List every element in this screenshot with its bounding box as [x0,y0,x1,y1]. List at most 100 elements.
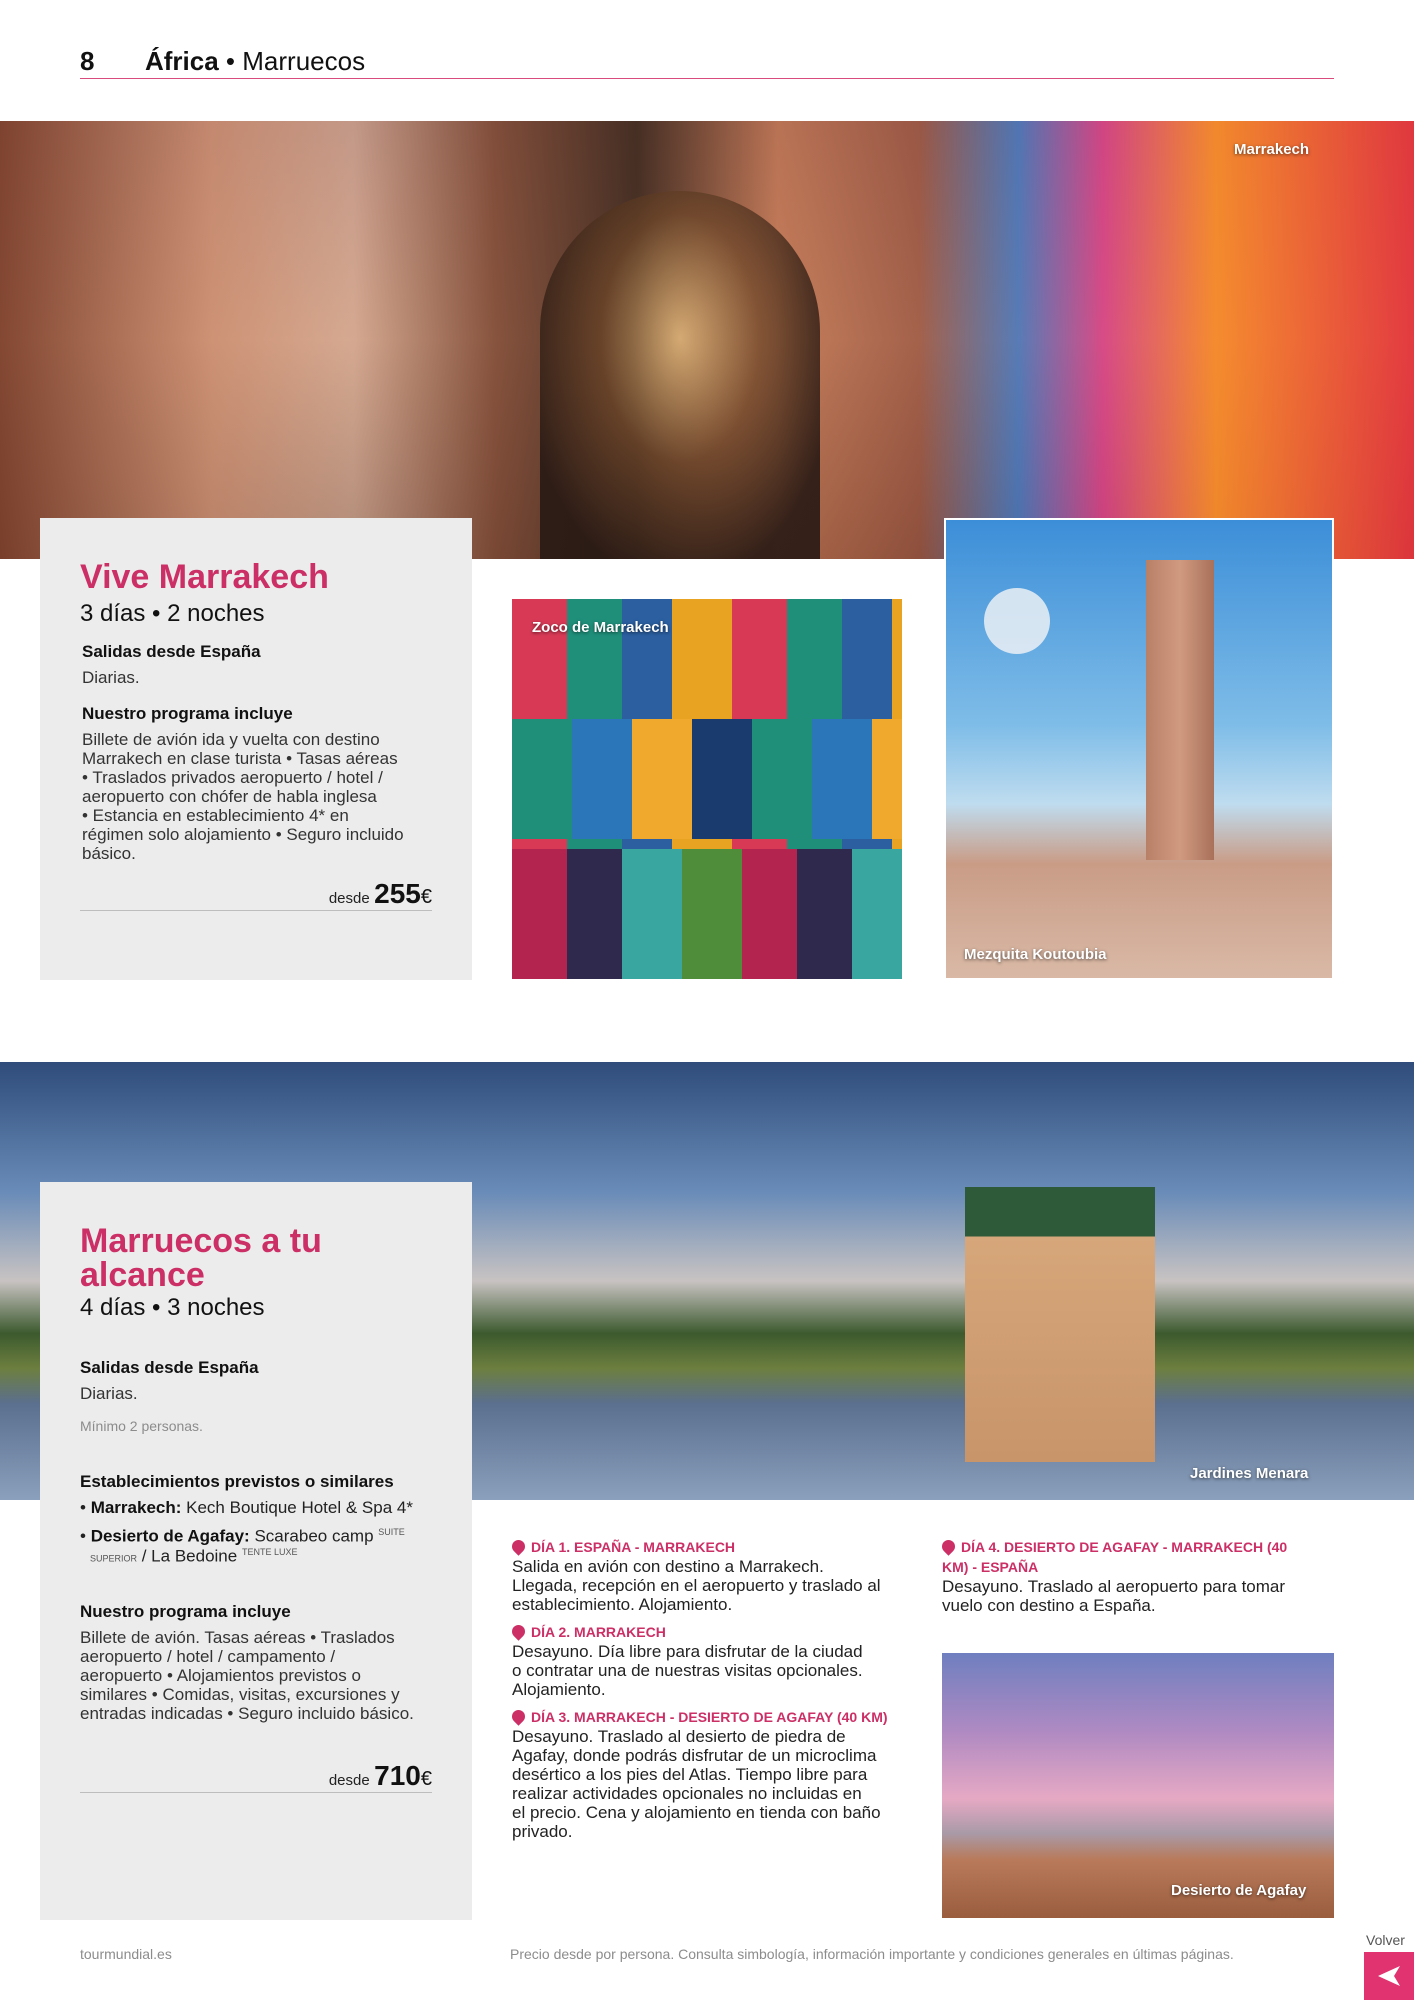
establishment-item-cont: SUPERIOR / La Bedoine TENTE LUXE [90,1542,470,1569]
program-line: • Estancia en establecimiento 4* en [82,806,349,825]
establishment-item: • Marrakech: Kech Boutique Hotel & Spa 4… [80,1498,460,1518]
website-link[interactable]: tourmundial.es [80,1946,172,1962]
minimum-people: Mínimo 2 personas. [80,1418,203,1434]
photo-caption-marrakech: Marrakech [1234,141,1310,158]
program-heading: Nuestro programa incluye [80,1602,291,1621]
departures-text: Diarias. [80,1384,138,1403]
program-line: aeropuerto / hotel / campamento / [80,1647,336,1666]
page-number: 8 [80,46,95,76]
day-2-text: Desayuno. Día libre para disfrutar de la… [512,1642,904,1699]
day-line: el precio. Cena y alojamiento en tienda … [512,1803,881,1822]
itinerary-column-1: DÍA 1. ESPAÑA - MARRAKECH Salida en avió… [509,1537,904,1841]
program-line: aeropuerto • Alojamientos previstos o [80,1666,361,1685]
trip-card-marruecos-a-tu-alcance: Marruecos a tu alcance 4 días • 3 noches… [40,1182,472,1920]
program-line: Billete de avión ida y vuelta con destin… [82,730,380,749]
program-line: básico. [82,844,136,863]
photo-caption-agafay: Desierto de Agafay [1171,1882,1307,1899]
day-title-text: KM) - ESPAÑA [942,1559,1039,1575]
program-line: similares • Comidas, visitas, excursione… [80,1685,400,1704]
header-divider [80,78,1334,79]
day-line: desértico a los pies del Atlas. Tiempo l… [512,1765,868,1784]
location-pin-icon [509,1537,528,1556]
location-pin-icon [509,1707,528,1726]
agafay-desert-photo: Desierto de Agafay [942,1653,1334,1918]
establishment-hotel: Kech Boutique Hotel & Spa 4* [186,1498,413,1517]
trip-title: Marruecos a tu alcance [80,1224,322,1292]
day-title-text: DÍA 1. ESPAÑA - MARRAKECH [531,1539,736,1555]
price-prefix: desde [328,1772,370,1789]
day-4-text: Desayuno. Traslado al aeropuerto para to… [942,1577,1334,1615]
back-label[interactable]: Volver [1366,1932,1405,1948]
day-line: Agafay, donde podrás disfrutar de un mic… [512,1746,877,1765]
departures-heading: Salidas desde España [80,1358,259,1377]
program-line: régimen solo alojamiento • Seguro inclui… [82,825,404,844]
itinerary-column-2: DÍA 4. DESIERTO DE AGAFAY - MARRAKECH (4… [939,1537,1334,1615]
day-line: Desayuno. Traslado al desierto de piedra… [512,1727,846,1746]
price-row: desde 255€ [329,878,432,910]
hotel-category: SUPERIOR [90,1553,138,1564]
program-line: Billete de avión. Tasas aéreas • Traslad… [80,1628,395,1647]
program-line: • Traslados privados aeropuerto / hotel … [82,768,383,787]
day-3-title: DÍA 3. MARRAKECH - DESIERTO DE AGAFAY (4… [509,1707,904,1727]
day-line: Desayuno. Traslado al aeropuerto para to… [942,1577,1286,1596]
photo-caption-menara: Jardines Menara [1190,1465,1309,1482]
day-line: o contratar una de nuestras visitas opci… [512,1661,863,1680]
photo-caption-koutoubia: Mezquita Koutoubia [964,946,1107,963]
trip-card-vive-marrakech: Vive Marrakech 3 días • 2 noches Salidas… [40,518,472,980]
price-divider [80,1792,432,1793]
region-separator: • [218,46,243,76]
back-button[interactable] [1364,1952,1414,2000]
bullet: • [80,1498,86,1517]
day-3-text: Desayuno. Traslado al desierto de piedra… [512,1727,904,1841]
program-text: Billete de avión. Tasas aéreas • Traslad… [80,1628,460,1723]
day-line: Salida en avión con destino a Marrakech. [512,1557,824,1576]
footer-disclaimer: Precio desde por persona. Consulta simbo… [510,1946,1234,1962]
departures-text: Diarias. [82,668,140,687]
country-label: Marruecos [242,46,366,76]
continent-label: África [145,46,219,76]
establishment-city: Marrakech: [90,1498,182,1517]
day-line: Desayuno. Día libre para disfrutar de la… [512,1642,863,1661]
program-line: entradas indicadas • Seguro incluido bás… [80,1704,414,1723]
program-line: Marrakech en clase turista • Tasas aérea… [82,749,398,768]
region-title: África • Marruecos [145,46,365,77]
program-text: Billete de avión ida y vuelta con destin… [82,730,452,863]
triangle-left-icon [1378,1966,1400,1986]
day-4-title: DÍA 4. DESIERTO DE AGAFAY - MARRAKECH (4… [939,1537,1334,1577]
day-title-text: DÍA 4. DESIERTO DE AGAFAY - MARRAKECH (4… [961,1539,1288,1555]
establishments-heading: Establecimientos previstos o similares [80,1472,394,1491]
price-value: 710 [374,1760,421,1791]
day-1-title: DÍA 1. ESPAÑA - MARRAKECH [509,1537,904,1557]
price-divider [80,910,432,911]
price-currency: € [420,886,432,908]
departures-heading: Salidas desde España [82,642,261,661]
day-line: establecimiento. Alojamiento. [512,1595,733,1614]
price-prefix: desde [328,890,370,907]
price-currency: € [420,1768,432,1790]
trip-title: Vive Marrakech [80,558,329,596]
establishment-hotel-alt: / La Bedoine [137,1546,238,1566]
day-line: privado. [512,1822,573,1841]
day-1-text: Salida en avión con destino a Marrakech.… [512,1557,904,1614]
program-heading: Nuestro programa incluye [82,704,293,723]
location-pin-icon [939,1537,958,1556]
hotel-category: TENTE LUXE [241,1547,298,1557]
trip-title-line: alcance [80,1256,205,1294]
marrakech-souk-photo: Marrakech [0,121,1414,559]
price-value: 255 [374,878,421,909]
photo-caption-zoco: Zoco de Marrakech [532,619,669,636]
hotel-category: SUITE [378,1527,405,1537]
koutoubia-mosque-photo: Mezquita Koutoubia [944,518,1334,980]
price-row: desde 710€ [329,1760,432,1792]
day-line: realizar actividades opcionales no inclu… [512,1784,862,1803]
program-line: aeropuerto con chófer de habla inglesa [82,787,377,806]
day-line: Llegada, recepción en el aeropuerto y tr… [512,1576,881,1595]
day-line: Alojamiento. [512,1680,606,1699]
trip-duration: 4 días • 3 noches [80,1294,265,1321]
day-title-text: DÍA 2. MARRAKECH [531,1624,666,1640]
bullet: • [80,1526,86,1546]
day-title-text: DÍA 3. MARRAKECH - DESIERTO DE AGAFAY (4… [531,1709,888,1725]
day-line: vuelo con destino a España. [942,1596,1156,1615]
location-pin-icon [509,1622,528,1641]
souk-slippers-photo: Zoco de Marrakech [512,599,902,979]
